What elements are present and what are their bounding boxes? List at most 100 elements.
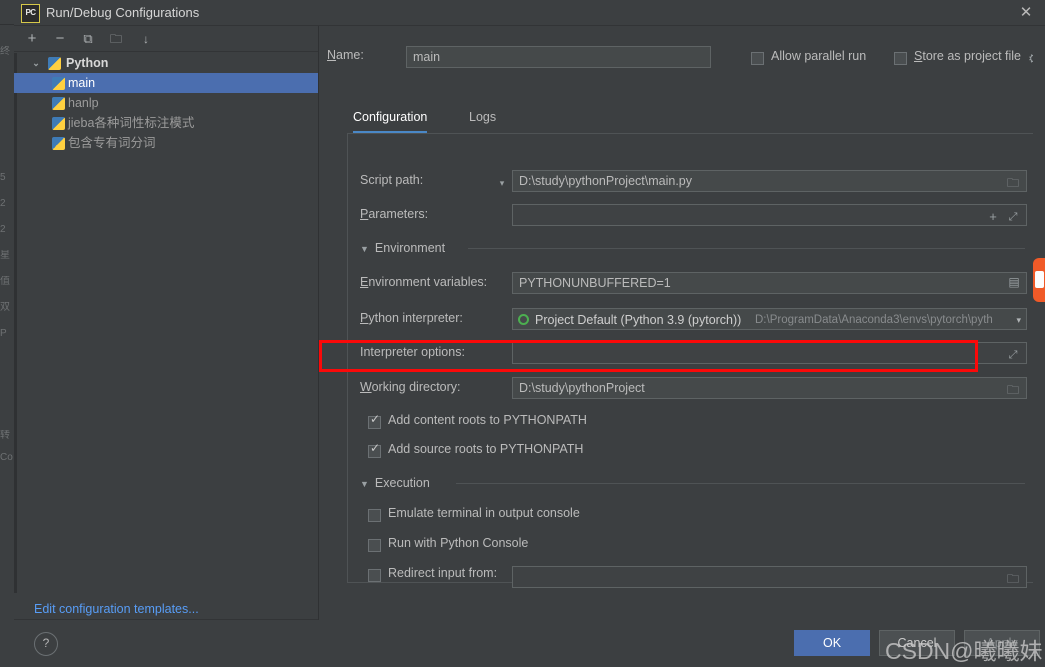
store-as-project-file-checkbox[interactable]	[894, 52, 907, 65]
interpreter-options-expand-icon[interactable]: ⤢	[1006, 345, 1020, 365]
ide-toolbar-sliver	[0, 0, 14, 24]
add-content-roots-label: Add content roots to PYTHONPATH	[388, 413, 587, 427]
run-with-python-console-checkbox[interactable]	[368, 539, 381, 552]
execution-section-label: Execution	[374, 476, 430, 490]
environment-section-header[interactable]: ▼ Environment	[360, 241, 445, 255]
right-gutter	[1033, 26, 1045, 620]
ide-gutter-text: 2	[0, 198, 6, 209]
script-path-input[interactable]: D:\study\pythonProject\main.py	[512, 170, 1027, 192]
python-interpreter-value: Project Default (Python 3.9 (pytorch))	[535, 313, 742, 327]
edit-configuration-templates-link[interactable]: Edit configuration templates...	[34, 602, 199, 616]
python-icon	[52, 117, 65, 130]
allow-parallel-run-label: Allow parallel run	[771, 49, 867, 63]
tree-item-label: 包含专有词分词	[68, 136, 156, 150]
store-as-project-file-label: Store as project file	[914, 49, 1022, 63]
chevron-down-icon[interactable]: ▾	[1016, 310, 1021, 329]
configurations-tree: ⌄ Python main hanlp jieba各种词性标注模式 包含专有词分…	[14, 53, 318, 593]
tree-item-proper-noun[interactable]: 包含专有词分词	[14, 133, 318, 153]
remove-icon[interactable]: −	[50, 29, 70, 49]
tree-item-label: hanlp	[68, 96, 99, 110]
ide-gutter-text: 2	[0, 224, 6, 235]
run-debug-configurations-dialog: PC Run/Debug Configurations ✕ + − ⧉ 🗀 ↓ …	[14, 0, 1045, 667]
add-source-roots-checkbox[interactable]	[368, 442, 381, 458]
execution-section-rule	[456, 483, 1025, 484]
environment-section-rule	[468, 248, 1025, 249]
python-interpreter-select[interactable]: Project Default (Python 3.9 (pytorch)) D…	[512, 308, 1027, 330]
tab-configuration[interactable]: Configuration	[353, 106, 428, 133]
emulate-terminal-label: Emulate terminal in output console	[388, 506, 580, 520]
ide-divider	[0, 24, 14, 25]
toolbar-divider	[14, 51, 318, 52]
interpreter-status-icon	[518, 314, 529, 325]
copy-icon[interactable]: ⧉	[78, 29, 98, 49]
python-interpreter-path: D:\ProgramData\Anaconda3\envs\pytorch\py…	[755, 314, 993, 326]
python-icon	[52, 97, 65, 110]
tree-item-label: main	[68, 76, 96, 90]
working-directory-label: Working directory:	[360, 380, 461, 394]
sort-az-icon[interactable]: ↓	[136, 29, 156, 49]
tab-bar: Configuration Logs	[347, 106, 1037, 134]
tab-logs[interactable]: Logs	[469, 106, 496, 133]
python-icon	[48, 57, 61, 70]
add-source-roots-label: Add source roots to PYTHONPATH	[388, 442, 584, 456]
tree-item-jieba[interactable]: jieba各种词性标注模式	[14, 113, 318, 133]
tree-group-label: Python	[66, 56, 109, 70]
emulate-terminal-checkbox[interactable]	[368, 509, 381, 522]
run-with-python-console-label: Run with Python Console	[388, 536, 529, 550]
dialog-titlebar: PC Run/Debug Configurations ✕	[14, 0, 1045, 26]
environment-variables-list-icon[interactable]: ▤	[1006, 272, 1022, 292]
tree-group-python[interactable]: ⌄ Python	[14, 53, 318, 73]
notification-badge-inner	[1035, 271, 1044, 288]
working-directory-browse-icon[interactable]: 🗀	[1005, 380, 1021, 400]
environment-variables-input[interactable]: PYTHONUNBUFFERED=1	[512, 272, 1027, 294]
redirect-input-checkbox[interactable]	[368, 569, 381, 582]
configuration-form-panel: Name: main Allow parallel run Store as p…	[319, 26, 1045, 620]
configurations-tree-panel: + − ⧉ 🗀 ↓ ⌄ Python main hanlp jieba各种词性标…	[14, 26, 319, 620]
parameters-add-icon[interactable]: +	[986, 207, 1000, 227]
ok-button[interactable]: OK	[794, 630, 870, 656]
script-path-dropdown-icon[interactable]: ▾	[495, 173, 509, 193]
redirect-input-label: Redirect input from:	[388, 566, 498, 580]
tree-item-main[interactable]: main	[14, 73, 318, 93]
parameters-label: Parameters:	[360, 207, 429, 221]
new-folder-icon[interactable]: 🗀	[106, 29, 126, 49]
name-input[interactable]: main	[406, 46, 711, 68]
chevron-down-icon[interactable]: ⌄	[30, 53, 42, 73]
add-icon[interactable]: +	[22, 29, 42, 49]
redirect-input-field[interactable]	[512, 566, 1027, 588]
python-icon	[52, 77, 65, 90]
watermark-brand: CSDN	[885, 638, 951, 664]
close-icon[interactable]: ✕	[1015, 3, 1037, 23]
tree-item-label: jieba各种词性标注模式	[68, 116, 195, 130]
dialog-title: Run/Debug Configurations	[46, 5, 200, 20]
environment-section-label: Environment	[374, 241, 446, 255]
ide-gutter-text: 值	[0, 276, 10, 287]
ide-gutter-text: P	[0, 328, 7, 339]
python-icon	[52, 137, 65, 150]
ide-gutter-text: 终	[0, 46, 10, 57]
parameters-expand-icon[interactable]: ⤢	[1006, 207, 1020, 227]
tree-toolbar: + − ⧉ 🗀 ↓	[14, 26, 318, 52]
pycharm-icon: PC	[21, 4, 40, 23]
redirect-input-browse-icon[interactable]: 🗀	[1005, 569, 1021, 589]
name-label: Name:	[327, 48, 364, 62]
ide-gutter-text: 转	[0, 430, 10, 441]
ide-gutter-text: 5	[0, 172, 6, 183]
parameters-input[interactable]	[512, 204, 1027, 226]
csdn-watermark: CSDN@曦曦妹	[885, 632, 1043, 666]
execution-section-header[interactable]: ▼ Execution	[360, 476, 430, 490]
allow-parallel-run-checkbox[interactable]	[751, 52, 764, 65]
section-collapse-arrow-icon[interactable]: ▼	[360, 479, 369, 489]
ide-gutter-text: 星	[0, 250, 10, 261]
help-button[interactable]: ?	[34, 632, 58, 656]
environment-variables-label: Environment variables:	[360, 275, 488, 289]
notification-badge-icon[interactable]	[1033, 258, 1045, 302]
tree-item-hanlp[interactable]: hanlp	[14, 93, 318, 113]
script-path-browse-icon[interactable]: 🗀	[1005, 173, 1021, 193]
ide-gutter-text: 双	[0, 302, 10, 313]
annotation-highlight-working-directory	[319, 340, 978, 372]
section-collapse-arrow-icon[interactable]: ▼	[360, 244, 369, 254]
add-content-roots-checkbox[interactable]	[368, 413, 381, 429]
ide-background-strip: 终 5 2 2 星 值 双 P 转 Co	[0, 0, 15, 667]
working-directory-input[interactable]: D:\study\pythonProject	[512, 377, 1027, 399]
